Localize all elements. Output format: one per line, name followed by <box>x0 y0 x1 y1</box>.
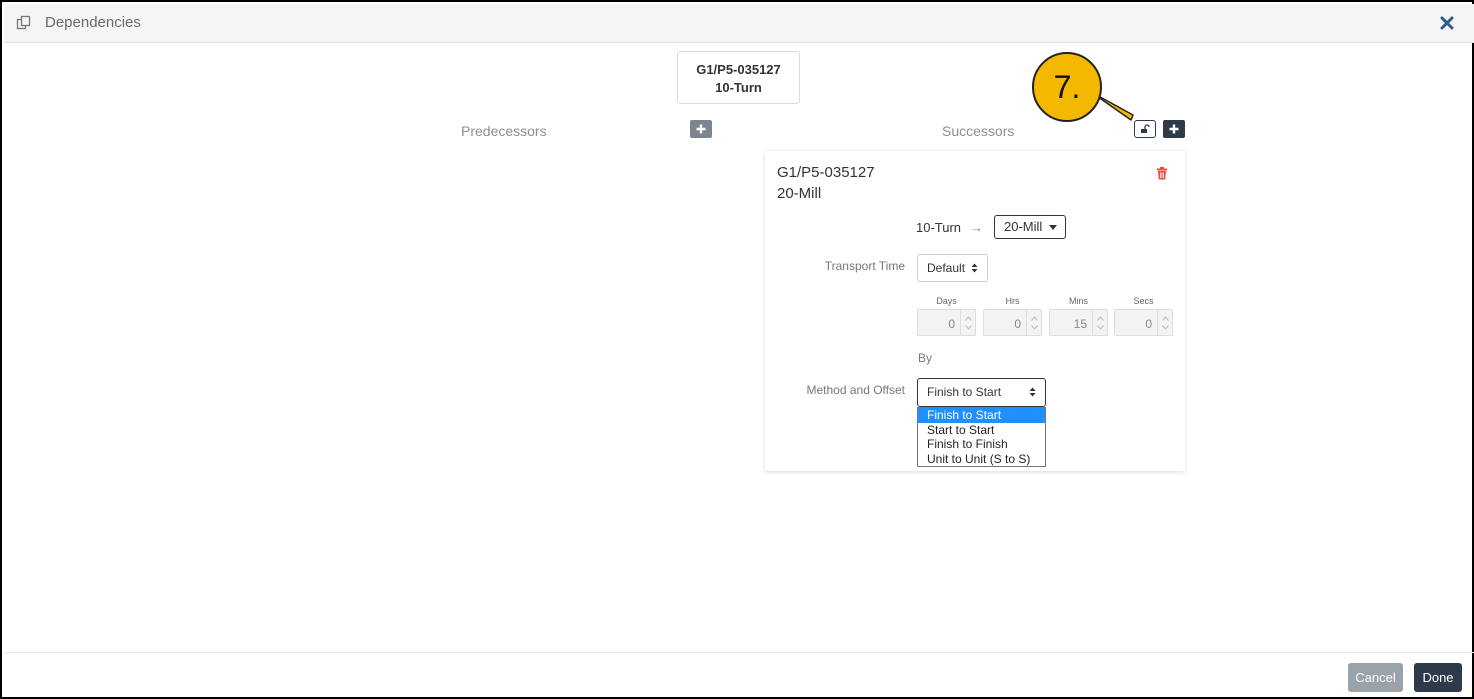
secs-stepper[interactable] <box>1157 310 1172 335</box>
sort-icon <box>1029 387 1036 397</box>
plus-icon <box>696 124 706 134</box>
method-offset-label: Method and Offset <box>806 383 905 397</box>
mins-value: 15 <box>1073 317 1087 331</box>
chevron-down-icon[interactable] <box>965 325 972 330</box>
days-label: Days <box>936 296 957 306</box>
copy-icon <box>16 15 32 31</box>
method-option[interactable]: Start to Start <box>918 423 1045 438</box>
method-option[interactable]: Finish to Start <box>918 408 1045 423</box>
chevron-down-icon[interactable] <box>1162 325 1169 330</box>
chevron-up-icon[interactable] <box>1097 316 1104 321</box>
method-dropdown-list: Finish to Start Start to Start Finish to… <box>917 407 1046 468</box>
days-stepper[interactable] <box>960 310 975 335</box>
arrow-right-icon: → <box>970 220 983 235</box>
transport-time-label: Transport Time <box>824 259 905 273</box>
trash-icon[interactable] <box>1156 167 1168 180</box>
dialog-frame: Dependencies G1/P5-035127 10-Turn Predec… <box>0 0 1474 699</box>
secs-input[interactable]: 0 <box>1114 309 1173 336</box>
mins-input[interactable]: 15 <box>1049 309 1108 336</box>
transport-time-value: Default <box>927 261 966 275</box>
cancel-button[interactable]: Cancel <box>1348 663 1403 692</box>
hrs-value: 0 <box>1014 317 1021 331</box>
successors-label: Successors <box>942 123 1015 139</box>
successor-op: 20-Mill <box>777 185 822 202</box>
done-button[interactable]: Done <box>1414 663 1462 692</box>
hrs-label: Hrs <box>1005 296 1020 306</box>
to-operation-dropdown[interactable]: 20-Mill <box>994 215 1066 239</box>
close-icon[interactable] <box>1436 12 1458 34</box>
chevron-up-icon[interactable] <box>965 316 972 321</box>
secs-value: 0 <box>1145 317 1152 331</box>
mins-stepper[interactable] <box>1092 310 1107 335</box>
node-op: 10-Turn <box>715 80 762 95</box>
method-option[interactable]: Unit to Unit (S to S) <box>918 452 1045 467</box>
chevron-up-icon[interactable] <box>1031 316 1038 321</box>
to-operation-value: 20-Mill <box>1004 219 1043 234</box>
by-label: By <box>918 351 933 365</box>
dialog-header: Dependencies <box>4 4 1474 43</box>
hrs-stepper[interactable] <box>1026 310 1041 335</box>
chevron-down-icon[interactable] <box>1097 325 1104 330</box>
step-callout: 7. <box>1032 52 1102 122</box>
method-option[interactable]: Finish to Finish <box>918 437 1045 452</box>
successor-id: G1/P5-035127 <box>777 164 875 181</box>
chevron-down-icon[interactable] <box>1031 325 1038 330</box>
current-node-card: G1/P5-035127 10-Turn <box>677 51 800 104</box>
plus-icon <box>1169 124 1179 134</box>
node-id: G1/P5-035127 <box>696 62 781 77</box>
sort-icon <box>971 263 978 273</box>
predecessors-label: Predecessors <box>461 123 547 139</box>
method-select[interactable]: Finish to Start <box>917 378 1046 407</box>
secs-label: Secs <box>1133 296 1154 306</box>
method-value: Finish to Start <box>927 385 1002 399</box>
add-successor-button[interactable] <box>1163 120 1185 138</box>
callout-label: 7. <box>1053 68 1081 105</box>
chevron-up-icon[interactable] <box>1162 316 1169 321</box>
successor-card: G1/P5-035127 20-Mill 10-Turn → 20-Mill T… <box>765 151 1185 471</box>
days-value: 0 <box>948 317 955 331</box>
from-operation: 10-Turn <box>916 220 962 235</box>
hrs-input[interactable]: 0 <box>983 309 1042 336</box>
mins-label: Mins <box>1068 296 1088 306</box>
caret-down-icon <box>1049 225 1058 231</box>
dialog-title: Dependencies <box>45 14 141 31</box>
footer-divider <box>4 652 1474 653</box>
days-input[interactable]: 0 <box>917 309 976 336</box>
transport-time-select[interactable]: Default <box>917 254 988 282</box>
add-predecessor-button[interactable] <box>690 120 712 138</box>
